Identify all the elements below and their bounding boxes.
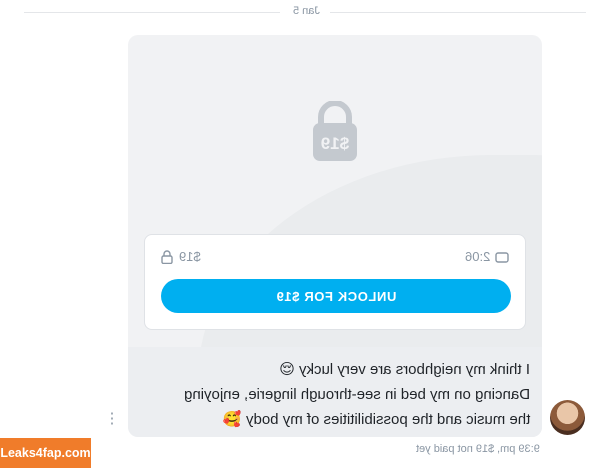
smiling-hearts-emoji: 🥰 xyxy=(222,410,242,428)
message-line-1: 😌 I think my neighbors are very lucky xyxy=(184,357,530,382)
video-icon xyxy=(495,251,509,263)
avatar[interactable] xyxy=(550,400,585,435)
message-line-2-text: Dancing on my bed in see-through lingeri… xyxy=(183,386,530,403)
date-separator: Jan 5 xyxy=(24,4,586,20)
date-label: Jan 5 xyxy=(292,5,320,17)
message-text: 😌 I think my neighbors are very lucky Da… xyxy=(184,357,530,432)
message-line-3: 🥰 the music and the possibilitities of m… xyxy=(184,407,530,432)
message-footer: $19 not paid yet 9:39 pm, xyxy=(416,443,540,455)
relieved-emoji: 😌 xyxy=(279,360,295,378)
duration-indicator: 2:06 xyxy=(465,249,509,264)
price-indicator: $19 xyxy=(161,249,201,264)
message-bubble: $19 $19 2:06 UNLOCK FOR $19 😌 I think my… xyxy=(128,35,542,437)
payment-status: $19 not paid yet xyxy=(415,443,495,455)
price-text: $19 xyxy=(179,249,201,264)
separator-line-right xyxy=(330,12,586,13)
message-text-area: 😌 I think my neighbors are very lucky Da… xyxy=(128,347,542,437)
unlock-button-label: UNLOCK FOR $19 xyxy=(275,288,397,304)
more-vertical-icon[interactable]: ⋮ xyxy=(104,410,120,428)
locked-media-panel: $19 2:06 UNLOCK FOR $19 xyxy=(144,234,526,330)
message-line-1-text: I think my neighbors are very lucky xyxy=(299,361,530,378)
watermark: Leaks4fap.com xyxy=(0,438,91,468)
lock-icon: $19 xyxy=(311,100,359,163)
separator-line-left xyxy=(24,12,280,13)
watermark-text: Leaks4fap.com xyxy=(0,446,91,460)
message-line-3-text: the music and the possibilitities of my … xyxy=(245,411,530,428)
small-lock-icon xyxy=(161,249,173,264)
duration-text: 2:06 xyxy=(464,249,490,264)
message-time: 9:39 pm, xyxy=(497,443,540,455)
media-meta-row: $19 2:06 xyxy=(145,247,525,267)
message-line-2: Dancing on my bed in see-through lingeri… xyxy=(184,382,530,407)
lock-price-text: $19 xyxy=(321,134,349,153)
unlock-button[interactable]: UNLOCK FOR $19 xyxy=(161,279,511,313)
